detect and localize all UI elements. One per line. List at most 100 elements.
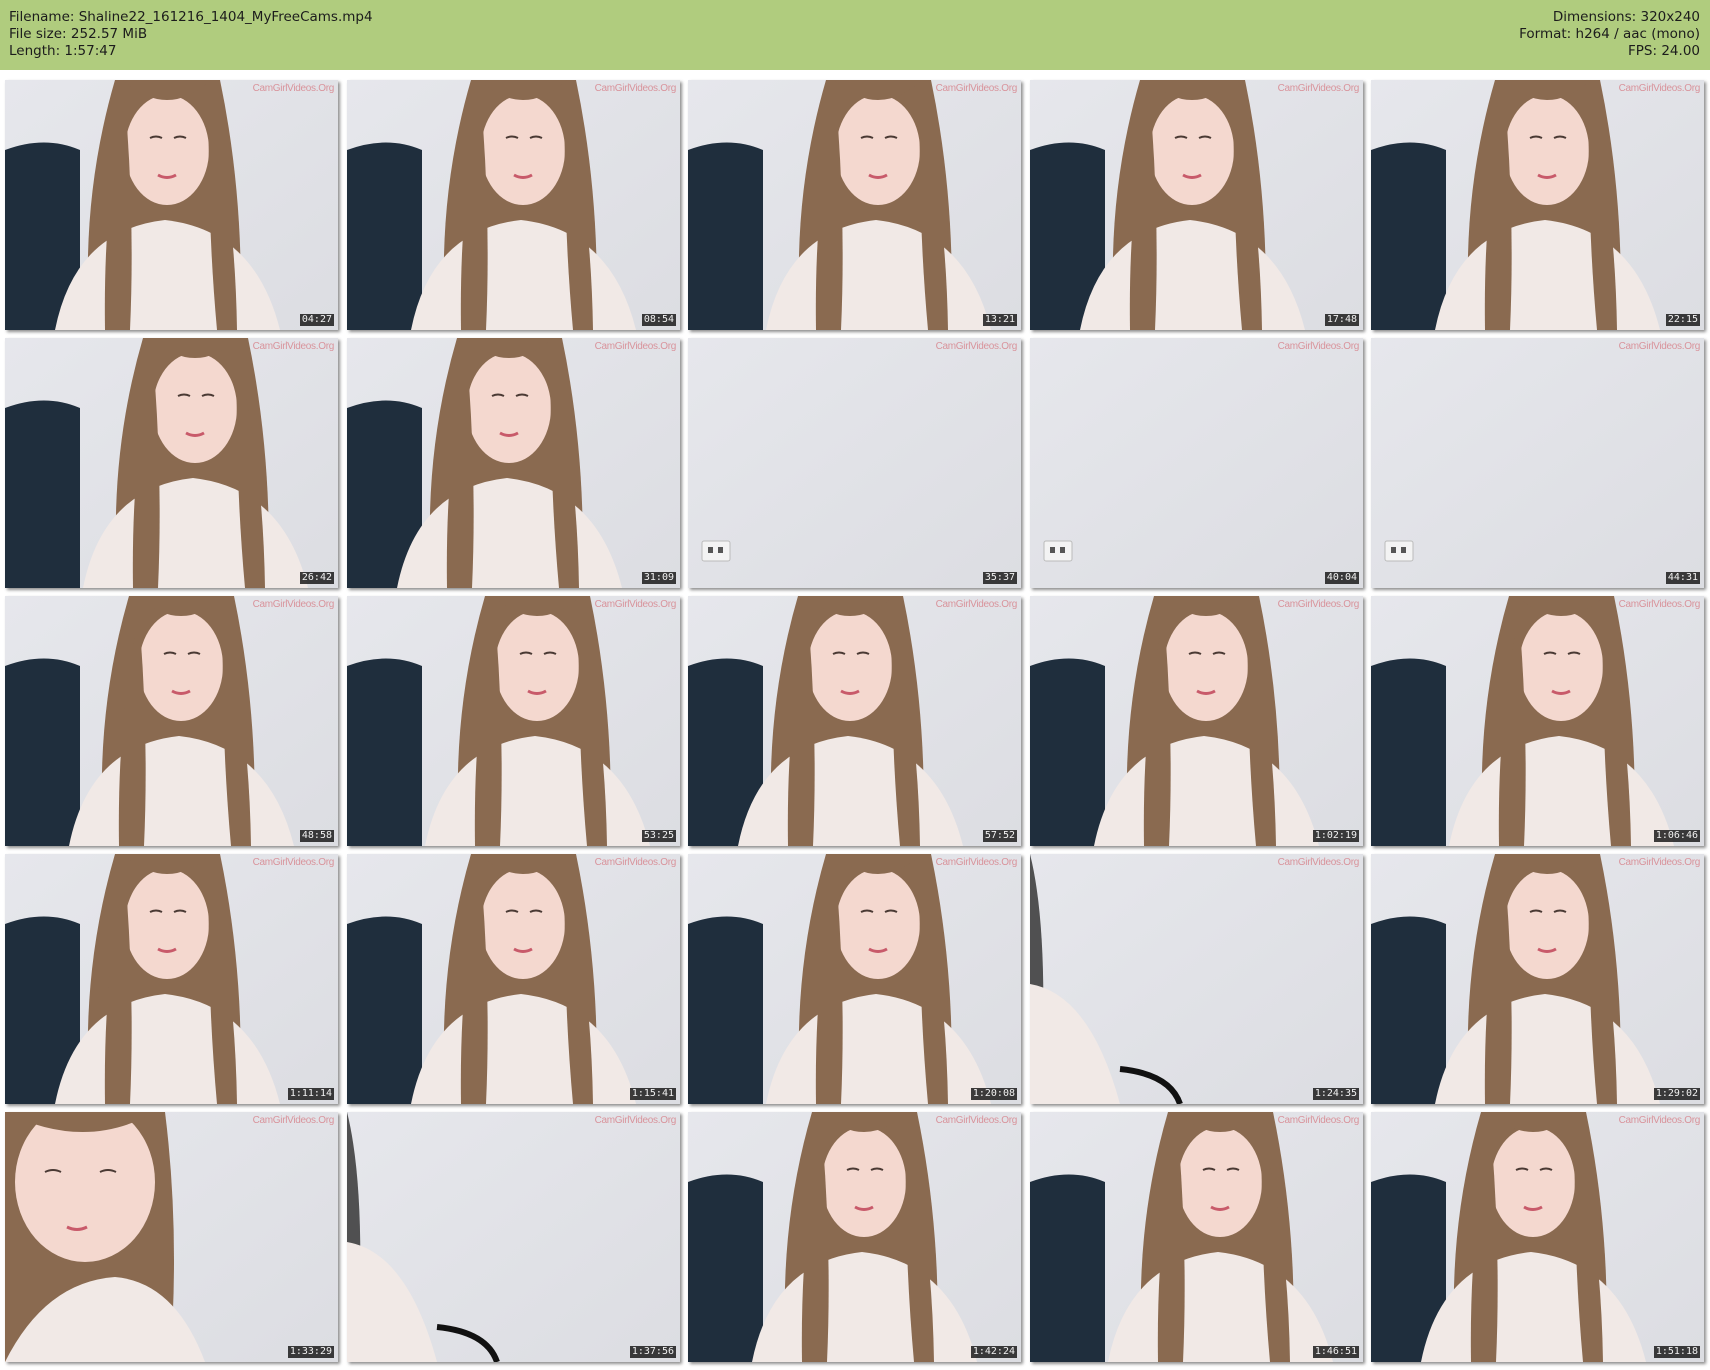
- video-thumbnail[interactable]: CamGirlVideos.Org 1:24:35: [1030, 854, 1363, 1104]
- frame-image: [1371, 80, 1704, 330]
- frame-timestamp: 1:33:29: [287, 1346, 334, 1358]
- video-thumbnail[interactable]: CamGirlVideos.Org 1:33:29: [5, 1112, 338, 1362]
- video-thumbnail[interactable]: CamGirlVideos.Org 26:42: [5, 338, 338, 588]
- video-thumbnail[interactable]: CamGirlVideos.Org 48:58: [5, 596, 338, 846]
- watermark-logo: CamGirlVideos.Org: [594, 83, 677, 94]
- frame-timestamp: 1:51:18: [1653, 1346, 1700, 1358]
- watermark-logo: CamGirlVideos.Org: [935, 341, 1018, 352]
- frame-image: [688, 80, 1021, 330]
- video-thumbnail[interactable]: CamGirlVideos.Org 40:04: [1030, 338, 1363, 588]
- file-info-right: Dimensions: 320x240 Format: h264 / aac (…: [1519, 9, 1700, 60]
- watermark-logo: CamGirlVideos.Org: [252, 341, 335, 352]
- video-thumbnail[interactable]: CamGirlVideos.Org 13:21: [688, 80, 1021, 330]
- frame-image: [347, 854, 680, 1104]
- frame-timestamp: 26:42: [299, 572, 334, 584]
- frame-image: [1371, 1112, 1704, 1362]
- watermark-logo: CamGirlVideos.Org: [594, 599, 677, 610]
- fps-text: FPS: 24.00: [1628, 43, 1700, 59]
- frame-timestamp: 13:21: [982, 314, 1017, 326]
- frame-image: [688, 338, 1021, 588]
- frame-image: [688, 854, 1021, 1104]
- frame-timestamp: 04:27: [299, 314, 334, 326]
- video-thumbnail[interactable]: CamGirlVideos.Org 1:15:41: [347, 854, 680, 1104]
- filesize-text: File size: 252.57 MiB: [9, 26, 148, 42]
- file-info-left: Filename: Shaline22_161216_1404_MyFreeCa…: [9, 9, 373, 60]
- watermark-logo: CamGirlVideos.Org: [252, 83, 335, 94]
- file-info-header: Filename: Shaline22_161216_1404_MyFreeCa…: [0, 0, 1710, 70]
- watermark-logo: CamGirlVideos.Org: [252, 599, 335, 610]
- frame-image: [1371, 596, 1704, 846]
- frame-timestamp: 1:15:41: [629, 1088, 676, 1100]
- thumbnail-grid: CamGirlVideos.Org 04:27 CamGirlVideos.Org 0…: [5, 80, 1705, 1362]
- dimensions-text: Dimensions: 320x240: [1552, 9, 1700, 25]
- video-thumbnail[interactable]: CamGirlVideos.Org 1:42:24: [688, 1112, 1021, 1362]
- frame-timestamp: 1:06:46: [1653, 830, 1700, 842]
- frame-timestamp: 08:54: [641, 314, 676, 326]
- watermark-logo: CamGirlVideos.Org: [594, 1115, 677, 1126]
- watermark-logo: CamGirlVideos.Org: [1277, 1115, 1360, 1126]
- format-text: Format: h264 / aac (mono): [1519, 26, 1700, 42]
- video-thumbnail[interactable]: CamGirlVideos.Org 31:09: [347, 338, 680, 588]
- frame-image: [688, 596, 1021, 846]
- video-thumbnail[interactable]: CamGirlVideos.Org 1:02:19: [1030, 596, 1363, 846]
- frame-timestamp: 53:25: [641, 830, 676, 842]
- frame-timestamp: 31:09: [641, 572, 676, 584]
- frame-image: [1030, 80, 1363, 330]
- frame-image: [1371, 338, 1704, 588]
- frame-image: [688, 1112, 1021, 1362]
- frame-image: [5, 1112, 338, 1362]
- watermark-logo: CamGirlVideos.Org: [1618, 83, 1701, 94]
- video-thumbnail[interactable]: CamGirlVideos.Org 1:51:18: [1371, 1112, 1704, 1362]
- watermark-logo: CamGirlVideos.Org: [1277, 599, 1360, 610]
- frame-timestamp: 22:15: [1665, 314, 1700, 326]
- watermark-logo: CamGirlVideos.Org: [252, 857, 335, 868]
- frame-timestamp: 48:58: [299, 830, 334, 842]
- frame-timestamp: 57:52: [982, 830, 1017, 842]
- video-thumbnail[interactable]: CamGirlVideos.Org 35:37: [688, 338, 1021, 588]
- watermark-logo: CamGirlVideos.Org: [252, 1115, 335, 1126]
- video-thumbnail[interactable]: CamGirlVideos.Org 08:54: [347, 80, 680, 330]
- frame-image: [347, 1112, 680, 1362]
- video-thumbnail[interactable]: CamGirlVideos.Org 1:37:56: [347, 1112, 680, 1362]
- frame-image: [1371, 854, 1704, 1104]
- watermark-logo: CamGirlVideos.Org: [935, 599, 1018, 610]
- frame-image: [5, 80, 338, 330]
- video-thumbnail[interactable]: CamGirlVideos.Org 57:52: [688, 596, 1021, 846]
- frame-timestamp: 1:37:56: [629, 1346, 676, 1358]
- frame-image: [347, 80, 680, 330]
- frame-timestamp: 1:11:14: [287, 1088, 334, 1100]
- video-thumbnail[interactable]: CamGirlVideos.Org 44:31: [1371, 338, 1704, 588]
- frame-image: [5, 338, 338, 588]
- filename-text: Filename: Shaline22_161216_1404_MyFreeCa…: [9, 9, 373, 25]
- frame-image: [5, 596, 338, 846]
- frame-timestamp: 17:48: [1324, 314, 1359, 326]
- frame-image: [1030, 1112, 1363, 1362]
- length-text: Length: 1:57:47: [9, 43, 117, 59]
- video-thumbnail[interactable]: CamGirlVideos.Org 1:06:46: [1371, 596, 1704, 846]
- frame-image: [347, 338, 680, 588]
- video-thumbnail[interactable]: CamGirlVideos.Org 1:11:14: [5, 854, 338, 1104]
- video-thumbnail[interactable]: CamGirlVideos.Org 04:27: [5, 80, 338, 330]
- frame-image: [1030, 854, 1363, 1104]
- watermark-logo: CamGirlVideos.Org: [935, 857, 1018, 868]
- frame-image: [1030, 338, 1363, 588]
- video-thumbnail[interactable]: CamGirlVideos.Org 1:20:08: [688, 854, 1021, 1104]
- video-thumbnail[interactable]: CamGirlVideos.Org 22:15: [1371, 80, 1704, 330]
- watermark-logo: CamGirlVideos.Org: [1277, 857, 1360, 868]
- watermark-logo: CamGirlVideos.Org: [1277, 341, 1360, 352]
- watermark-logo: CamGirlVideos.Org: [1618, 1115, 1701, 1126]
- frame-timestamp: 1:20:08: [970, 1088, 1017, 1100]
- watermark-logo: CamGirlVideos.Org: [935, 83, 1018, 94]
- frame-timestamp: 1:29:02: [1653, 1088, 1700, 1100]
- video-thumbnail[interactable]: CamGirlVideos.Org 1:29:02: [1371, 854, 1704, 1104]
- watermark-logo: CamGirlVideos.Org: [1618, 341, 1701, 352]
- watermark-logo: CamGirlVideos.Org: [1618, 599, 1701, 610]
- video-thumbnail[interactable]: CamGirlVideos.Org 53:25: [347, 596, 680, 846]
- frame-timestamp: 44:31: [1665, 572, 1700, 584]
- frame-timestamp: 40:04: [1324, 572, 1359, 584]
- video-thumbnail[interactable]: CamGirlVideos.Org 17:48: [1030, 80, 1363, 330]
- watermark-logo: CamGirlVideos.Org: [594, 857, 677, 868]
- video-thumbnail[interactable]: CamGirlVideos.Org 1:46:51: [1030, 1112, 1363, 1362]
- frame-timestamp: 1:24:35: [1312, 1088, 1359, 1100]
- frame-timestamp: 1:02:19: [1312, 830, 1359, 842]
